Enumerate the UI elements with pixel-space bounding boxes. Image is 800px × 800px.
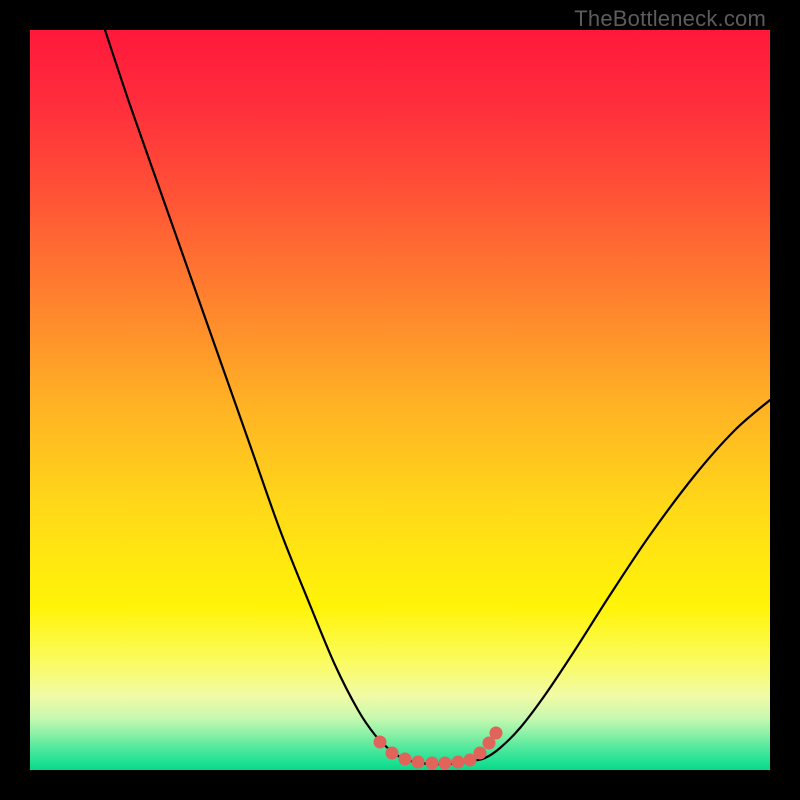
valley-dot <box>426 757 439 770</box>
plot-curve-layer <box>30 30 770 770</box>
bottleneck-curve <box>105 30 770 764</box>
valley-dot <box>374 736 387 749</box>
plot-frame <box>30 30 770 770</box>
valley-dot <box>452 756 465 769</box>
valley-dot <box>439 757 452 770</box>
valley-dot <box>399 753 412 766</box>
valley-dot <box>474 747 487 760</box>
valley-dot <box>490 727 503 740</box>
valley-dot <box>386 747 399 760</box>
valley-dot <box>412 756 425 769</box>
valley-dots-group <box>374 727 503 770</box>
watermark-text: TheBottleneck.com <box>574 6 766 32</box>
